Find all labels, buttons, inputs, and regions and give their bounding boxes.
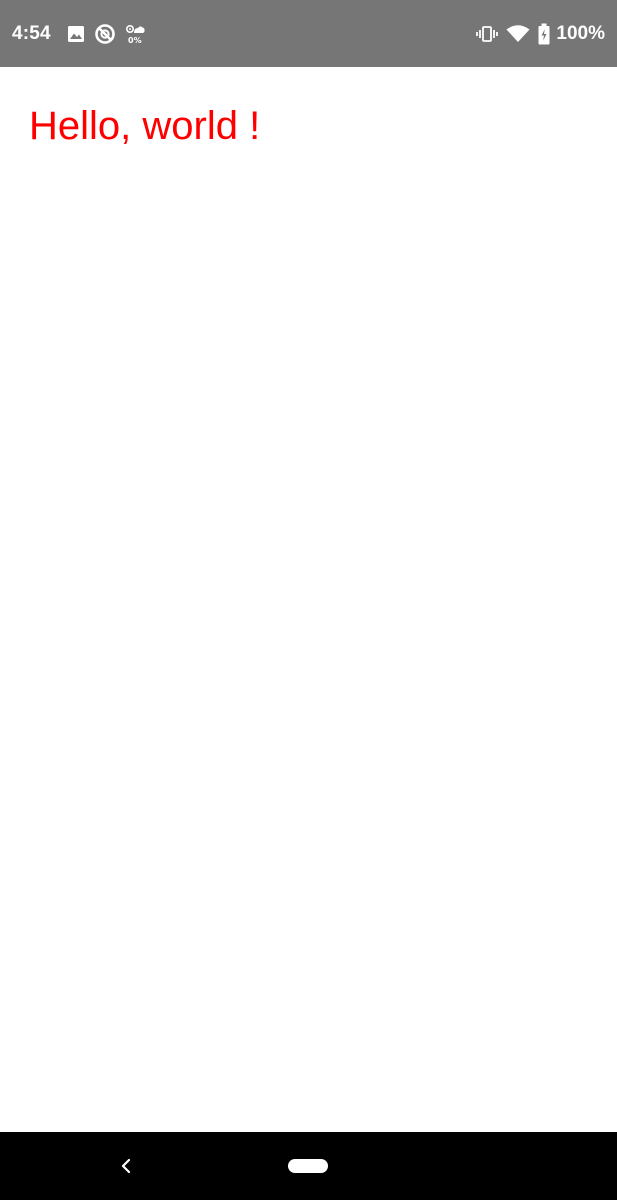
wifi-icon: [506, 22, 530, 46]
battery-percent: 100%: [556, 22, 605, 44]
battery-icon: [538, 22, 550, 46]
image-icon: [67, 22, 85, 46]
main-content: Hello, world !: [0, 67, 617, 1132]
status-bar: 4:54 0% 100%: [0, 0, 617, 67]
data-saver-icon: 0%: [125, 21, 145, 47]
data-saver-percent: 0%: [128, 35, 142, 45]
navigation-bar: [0, 1132, 617, 1200]
app-screen: 4:54 0% 100% Hello, world !: [0, 0, 617, 1200]
greeting-text: Hello, world !: [29, 104, 261, 148]
status-bar-right: 100%: [476, 0, 605, 67]
do-not-disturb-icon: [94, 22, 116, 46]
status-time: 4:54: [12, 22, 51, 44]
home-pill-icon[interactable]: [288, 1159, 328, 1173]
status-bar-left: 4:54 0%: [12, 0, 154, 67]
vibrate-icon: [476, 22, 499, 46]
back-icon: [121, 1158, 131, 1174]
back-button[interactable]: [112, 1152, 140, 1180]
